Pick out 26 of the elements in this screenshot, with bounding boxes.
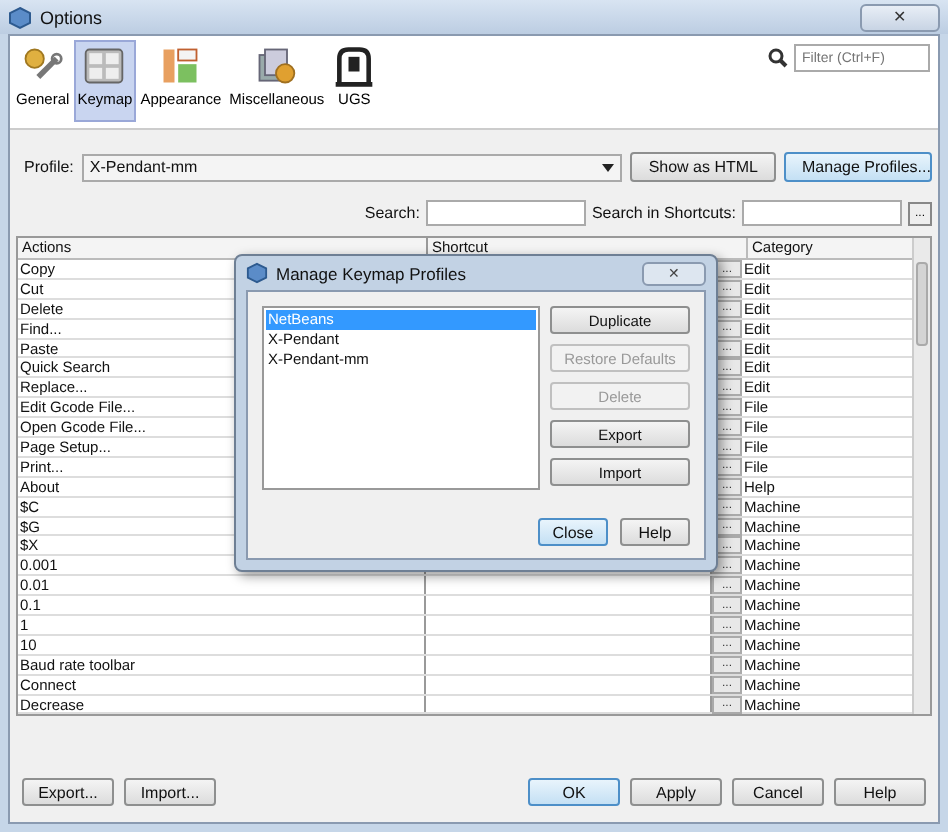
search-label: Search: [364,204,420,222]
keyboard-icon [82,44,127,88]
show-html-button[interactable]: Show as HTML [630,152,776,182]
dialog-button[interactable]: Cancel [732,778,824,806]
dialog-button[interactable]: Apply [630,778,722,806]
dropdown-arrow-icon [602,163,615,171]
shortcut-search-field[interactable] [742,200,902,226]
app-icon [8,5,32,29]
search-icon [768,48,788,68]
dialog-button[interactable]: OK [528,778,620,806]
profile-dropdown[interactable]: X-Pendant-mm [81,153,623,181]
profile-label: Profile: [24,158,74,176]
manage-profiles-button[interactable]: Manage Profiles... [784,152,932,182]
close-button[interactable]: ✕ [860,3,940,31]
dialog-button[interactable]: Help [834,778,926,806]
machine-icon [332,44,377,88]
dialog-button[interactable]: Close [538,518,608,546]
bottom-button[interactable]: Export... [22,778,114,806]
scrollbar[interactable] [912,238,930,715]
dialog-button[interactable]: Help [620,518,690,546]
window-title: Options [40,7,103,27]
search-field[interactable] [425,200,586,226]
bottom-button[interactable]: Import... [124,778,216,806]
folder-gear-icon [254,44,299,88]
layout-icon [158,44,203,88]
search-shortcuts-label: Search in Shortcuts: [591,204,736,222]
